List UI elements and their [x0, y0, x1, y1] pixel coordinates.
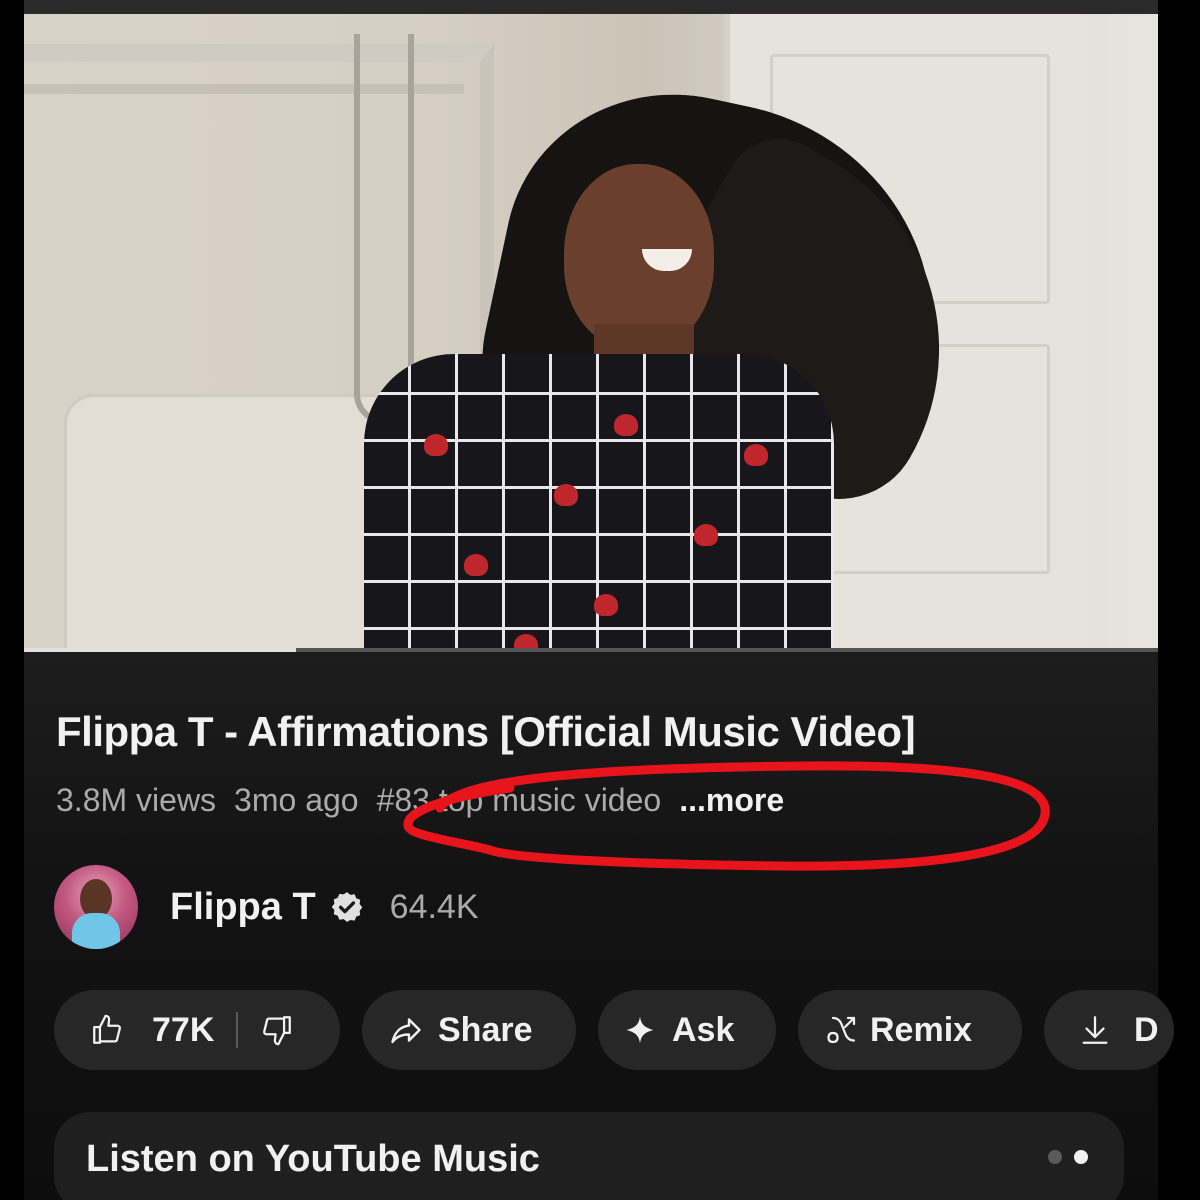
shirt-heart — [554, 484, 578, 506]
download-label: D — [1134, 1010, 1159, 1049]
scene-shirt — [364, 354, 834, 652]
remix-button[interactable]: Remix — [798, 990, 1022, 1070]
shirt-heart — [614, 414, 638, 436]
subscriber-count: 64.4K — [389, 887, 479, 926]
remix-icon — [827, 1016, 856, 1044]
sparkle-icon — [626, 1016, 654, 1044]
top-bar — [24, 0, 1158, 14]
youtube-music-title: Listen on YouTube Music — [86, 1138, 540, 1180]
carousel-dot-inactive[interactable] — [1048, 1150, 1062, 1164]
shirt-heart — [594, 594, 618, 616]
like-divider — [236, 1012, 239, 1048]
shirt-heart — [744, 444, 768, 466]
scene-face — [564, 164, 714, 349]
video-meta[interactable]: 3.8M views 3mo ago #83 top music video ...m… — [56, 782, 802, 819]
scene-shower-hose — [354, 34, 414, 424]
chart-rank: #83 top music video — [376, 782, 662, 818]
share-arrow-icon — [391, 1018, 421, 1044]
ask-button[interactable]: Ask — [598, 990, 776, 1070]
shirt-heart — [464, 554, 488, 576]
app-frame: Flippa T - Affirmations [Official Music … — [0, 0, 1200, 1200]
video-title: Flippa T - Affirmations [Official Music … — [56, 708, 916, 755]
like-count: 77K — [152, 1010, 215, 1049]
thumbs-up-icon[interactable] — [90, 1013, 124, 1047]
like-dislike-button[interactable]: 77K — [54, 990, 340, 1070]
channel-row[interactable]: Flippa T 64.4K — [54, 864, 479, 950]
share-label: Share — [438, 1010, 533, 1049]
ask-label: Ask — [672, 1010, 735, 1049]
thumbs-down-icon[interactable] — [260, 1013, 294, 1047]
channel-name[interactable]: Flippa T — [170, 886, 316, 929]
more-link[interactable]: ...more — [679, 782, 784, 818]
shirt-heart — [694, 524, 718, 546]
download-button[interactable]: D — [1044, 990, 1174, 1070]
upload-age: 3mo ago — [234, 782, 359, 818]
remix-label: Remix — [870, 1010, 973, 1049]
video-player[interactable] — [24, 14, 1158, 652]
shirt-heart — [424, 434, 448, 456]
verified-icon — [331, 892, 362, 922]
view-count: 3.8M views — [56, 782, 217, 818]
download-icon — [1082, 1016, 1108, 1044]
carousel-dot-active[interactable] — [1074, 1150, 1088, 1164]
share-button[interactable]: Share — [362, 990, 576, 1070]
youtube-music-card[interactable]: Listen on YouTube Music — [54, 1112, 1124, 1200]
avatar[interactable] — [54, 865, 138, 949]
